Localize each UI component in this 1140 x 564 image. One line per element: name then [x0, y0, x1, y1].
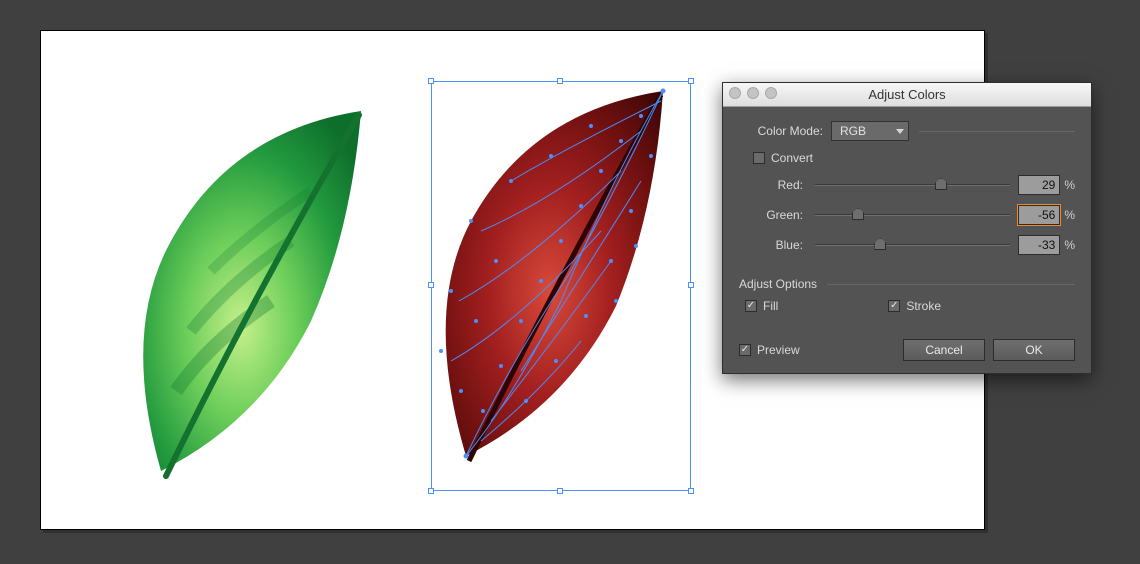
color-mode-value: RGB — [840, 124, 866, 138]
color-mode-select[interactable]: RGB — [831, 121, 909, 141]
window-zoom-icon[interactable] — [765, 87, 777, 99]
divider — [827, 284, 1075, 285]
chevron-down-icon — [896, 129, 904, 134]
dialog-titlebar[interactable]: Adjust Colors — [723, 83, 1091, 107]
fill-label: Fill — [763, 299, 778, 313]
stroke-checkbox[interactable]: Stroke — [888, 299, 941, 313]
adjust-colors-dialog: Adjust Colors Color Mode: RGB Convert Re… — [722, 82, 1092, 374]
dialog-title: Adjust Colors — [868, 87, 945, 102]
red-slider[interactable] — [815, 177, 1010, 193]
percent-symbol: % — [1064, 178, 1075, 192]
percent-symbol: % — [1064, 238, 1075, 252]
green-slider[interactable] — [815, 207, 1010, 223]
color-mode-label: Color Mode: — [739, 124, 831, 138]
window-close-icon[interactable] — [729, 87, 741, 99]
blue-value-input[interactable]: -33 — [1018, 235, 1060, 255]
preview-label: Preview — [757, 343, 800, 357]
slider-thumb-icon[interactable] — [935, 178, 947, 190]
slider-thumb-icon[interactable] — [874, 238, 886, 250]
stroke-label: Stroke — [906, 299, 941, 313]
red-leaf-selected[interactable] — [411, 61, 691, 471]
percent-symbol: % — [1064, 208, 1075, 222]
selection-handle-bl[interactable] — [428, 488, 434, 494]
red-value-input[interactable]: 29 — [1018, 175, 1060, 195]
convert-checkbox[interactable]: Convert — [753, 151, 813, 165]
blue-slider[interactable] — [815, 237, 1010, 253]
red-label: Red: — [739, 178, 811, 192]
green-leaf[interactable] — [101, 71, 401, 491]
ok-button[interactable]: OK — [993, 339, 1075, 361]
selection-handle-bc[interactable] — [557, 488, 563, 494]
preview-checkbox[interactable]: Preview — [739, 343, 800, 357]
blue-label: Blue: — [739, 238, 811, 252]
slider-thumb-icon[interactable] — [852, 208, 864, 220]
checkbox-icon — [745, 300, 757, 312]
green-label: Green: — [739, 208, 811, 222]
checkbox-icon — [888, 300, 900, 312]
convert-label: Convert — [771, 151, 813, 165]
window-min-icon[interactable] — [747, 87, 759, 99]
cancel-button[interactable]: Cancel — [903, 339, 985, 361]
selection-handle-br[interactable] — [688, 488, 694, 494]
checkbox-icon — [739, 344, 751, 356]
green-value-input[interactable]: -56 — [1018, 205, 1060, 225]
checkbox-icon — [753, 152, 765, 164]
divider — [919, 131, 1075, 132]
fill-checkbox[interactable]: Fill — [745, 299, 778, 313]
adjust-options-label: Adjust Options — [739, 277, 817, 291]
